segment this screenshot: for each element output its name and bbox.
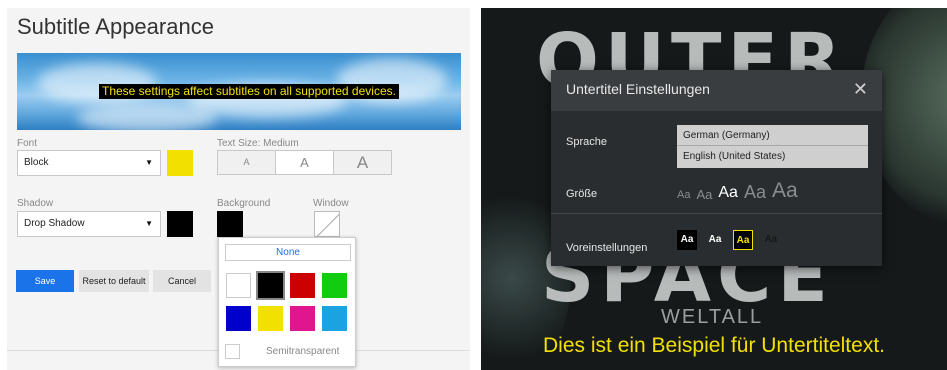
- shadow-label: Shadow: [17, 198, 54, 209]
- font-color-swatch[interactable]: [167, 150, 193, 176]
- subtitle-settings-dialog: Untertitel Einstellungen ✕ Sprache Germa…: [551, 70, 882, 266]
- cancel-button[interactable]: Cancel: [153, 270, 211, 292]
- chevron-down-icon: ▼: [145, 219, 153, 228]
- semitransparent-checkbox[interactable]: [225, 344, 240, 359]
- shadow-select[interactable]: Drop Shadow ▼: [17, 211, 161, 237]
- font-label: Font: [17, 138, 38, 149]
- color-option[interactable]: [226, 273, 251, 298]
- dialog-title: Untertitel Einstellungen: [566, 81, 710, 97]
- chevron-down-icon: ▼: [145, 158, 153, 167]
- shadow-color-swatch[interactable]: [167, 211, 193, 237]
- text-size-large-button[interactable]: A: [334, 151, 391, 174]
- color-option[interactable]: [226, 306, 251, 331]
- text-size-medium-button[interactable]: A: [276, 151, 334, 174]
- divider: [551, 213, 882, 214]
- color-option[interactable]: [256, 271, 285, 300]
- none-color-option[interactable]: None: [225, 244, 351, 261]
- size-option-xs[interactable]: Aa: [677, 190, 690, 201]
- presets-label: Voreinstellungen: [566, 242, 648, 254]
- size-option-s[interactable]: Aa: [696, 188, 712, 201]
- text-size-label: Text Size: Medium: [217, 138, 299, 149]
- preview-caption: These settings affect subtitles on all s…: [99, 84, 399, 99]
- preset-yellow-on-black[interactable]: Aa: [733, 230, 753, 250]
- text-size-small-button[interactable]: A: [218, 151, 276, 174]
- color-option[interactable]: [322, 306, 347, 331]
- window-color-swatch[interactable]: [314, 211, 340, 237]
- size-label: Größe: [566, 188, 598, 200]
- size-options: Aa Aa Aa Aa Aa: [677, 179, 798, 201]
- background-color-swatch[interactable]: [217, 211, 243, 237]
- subtitle-preview: These settings affect subtitles on all s…: [17, 53, 461, 130]
- language-option-english[interactable]: English (United States): [677, 146, 868, 167]
- background-subtext: WELTALL: [661, 306, 764, 328]
- color-picker-popup: None Semitransparent: [218, 237, 356, 367]
- window-label: Window: [313, 198, 349, 209]
- text-size-selector: A A A: [217, 150, 392, 175]
- preset-white-on-black[interactable]: Aa: [677, 230, 697, 250]
- preset-dark[interactable]: Aa: [761, 230, 781, 250]
- shadow-select-value: Drop Shadow: [24, 218, 85, 229]
- language-list: German (Germany) English (United States): [677, 125, 868, 168]
- size-option-m[interactable]: Aa: [718, 185, 738, 201]
- preset-white-plain[interactable]: Aa: [705, 230, 725, 250]
- dialog-header: Untertitel Einstellungen ✕: [551, 70, 882, 111]
- background-label: Background: [217, 198, 271, 209]
- color-option[interactable]: [322, 273, 347, 298]
- page-title: Subtitle Appearance: [17, 14, 214, 39]
- subtitle-sample-text: Dies ist ein Beispiel für Untertiteltext…: [543, 334, 885, 357]
- reset-to-default-button[interactable]: Reset to default: [79, 270, 149, 292]
- no-color-slash-icon: [315, 212, 339, 236]
- color-option[interactable]: [258, 306, 283, 331]
- screenshot-root: Subtitle Appearance These settings affec…: [0, 0, 947, 370]
- language-option-german[interactable]: German (Germany): [677, 125, 868, 146]
- color-option[interactable]: [290, 306, 315, 331]
- size-option-l[interactable]: Aa: [744, 183, 766, 201]
- color-option[interactable]: [290, 273, 315, 298]
- player-panel: OUTER SPACE WELTALL Untertitel Einstellu…: [481, 8, 947, 370]
- save-button[interactable]: Save: [16, 270, 74, 292]
- language-label: Sprache: [566, 136, 607, 148]
- font-select[interactable]: Block ▼: [17, 150, 161, 176]
- font-select-value: Block: [24, 157, 49, 168]
- semitransparent-label: Semitransparent: [266, 346, 340, 357]
- size-option-xl[interactable]: Aa: [772, 180, 798, 201]
- close-icon[interactable]: ✕: [853, 79, 868, 100]
